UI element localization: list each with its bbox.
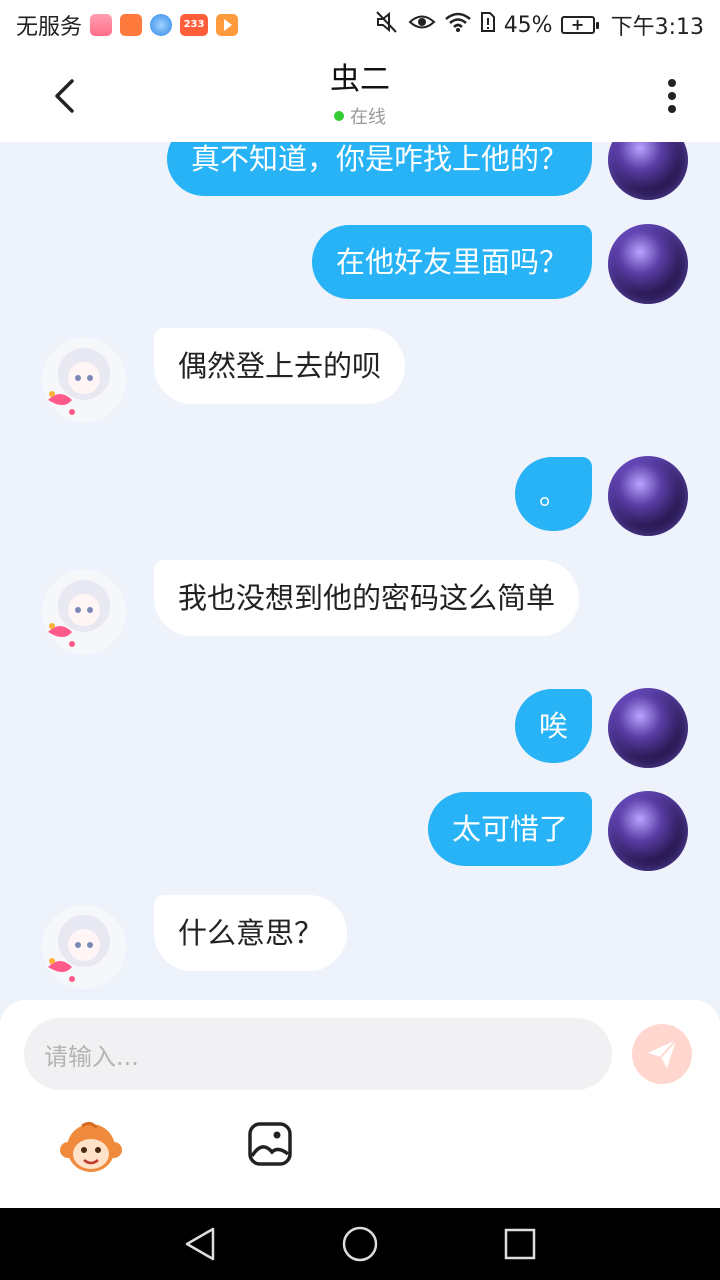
- system-nav-bar: [0, 1208, 720, 1280]
- message-input-placeholder: 请输入...: [44, 1042, 139, 1071]
- contact-avatar[interactable]: [42, 338, 126, 422]
- emoji-button[interactable]: [60, 1120, 122, 1176]
- app-icon-2: [120, 14, 143, 36]
- back-button[interactable]: [44, 74, 84, 118]
- square-recents-icon: [504, 1228, 536, 1260]
- message-bubble-outgoing[interactable]: 唉: [514, 689, 592, 763]
- anime-girl-avatar-icon: [48, 915, 110, 982]
- eye-icon: [408, 11, 436, 39]
- clock: 下午3:13: [610, 15, 704, 40]
- message-bubble-outgoing[interactable]: 真不知道，你是咋找上他的？: [166, 142, 592, 196]
- triangle-back-icon: [185, 1227, 215, 1261]
- composer: 请输入...: [0, 1000, 720, 1208]
- my-avatar[interactable]: [608, 791, 688, 871]
- browser-icon: [150, 14, 173, 36]
- carrier-text: 无服务: [16, 15, 83, 40]
- battery-percent: 45%: [503, 12, 553, 38]
- app-icon-1: [90, 14, 113, 36]
- message-list[interactable]: 真不知道，你是咋找上他的？ 在他好友里面吗？ 偶然登上去的呗 。 我也没想到他的…: [0, 142, 720, 1000]
- status-bar-right: 45% + 下午3:13: [374, 9, 704, 41]
- message-bubble-outgoing[interactable]: 在他好友里面吗？: [311, 225, 592, 299]
- image-icon: [248, 1122, 292, 1166]
- contact-avatar[interactable]: [42, 905, 126, 989]
- online-status: 在线: [330, 103, 390, 129]
- nav-home-button[interactable]: [338, 1222, 382, 1266]
- message-bubble-outgoing[interactable]: 。: [514, 457, 592, 531]
- nav-back-button[interactable]: [178, 1222, 222, 1266]
- mute-icon: [374, 10, 400, 40]
- app-play-icon: [216, 14, 239, 36]
- message-bubble-outgoing[interactable]: 太可惜了: [427, 792, 592, 866]
- send-button[interactable]: [632, 1024, 692, 1084]
- status-bar-left: 无服务 233: [16, 9, 239, 41]
- message-bubble-incoming[interactable]: 什么意思？: [154, 895, 348, 971]
- nav-recents-button[interactable]: [498, 1222, 542, 1266]
- paper-plane-icon: [648, 1039, 677, 1068]
- chevron-left-icon: [55, 79, 74, 113]
- monkey-face-icon: [60, 1121, 122, 1172]
- online-status-label: 在线: [350, 107, 386, 128]
- wifi-icon: [444, 11, 472, 39]
- message-bubble-incoming[interactable]: 偶然登上去的呗: [154, 328, 406, 404]
- app-233-icon: 233: [180, 14, 209, 36]
- anime-girl-avatar-icon: [48, 580, 110, 647]
- my-avatar[interactable]: [608, 224, 688, 304]
- chat-header: 虫二 在线: [0, 50, 720, 142]
- more-vertical-icon: [668, 79, 676, 113]
- message-input[interactable]: 请输入...: [24, 1018, 612, 1090]
- my-avatar[interactable]: [608, 456, 688, 536]
- page-title: 虫二: [330, 62, 390, 97]
- circle-home-icon: [342, 1226, 378, 1262]
- message-bubble-incoming[interactable]: 我也没想到他的密码这么简单: [154, 560, 580, 636]
- anime-girl-avatar-icon: [48, 348, 110, 415]
- status-bar: 无服务 233 45% + 下午3:13: [0, 0, 720, 50]
- contact-avatar[interactable]: [42, 570, 126, 654]
- battery-icon: +: [560, 15, 599, 34]
- my-avatar[interactable]: [608, 142, 688, 200]
- header-title-block: 虫二 在线: [330, 63, 390, 129]
- online-dot-icon: [334, 111, 344, 121]
- image-button[interactable]: [246, 1120, 294, 1168]
- sim-icon: [480, 11, 496, 39]
- my-avatar[interactable]: [608, 688, 688, 768]
- more-options-button[interactable]: [652, 74, 692, 118]
